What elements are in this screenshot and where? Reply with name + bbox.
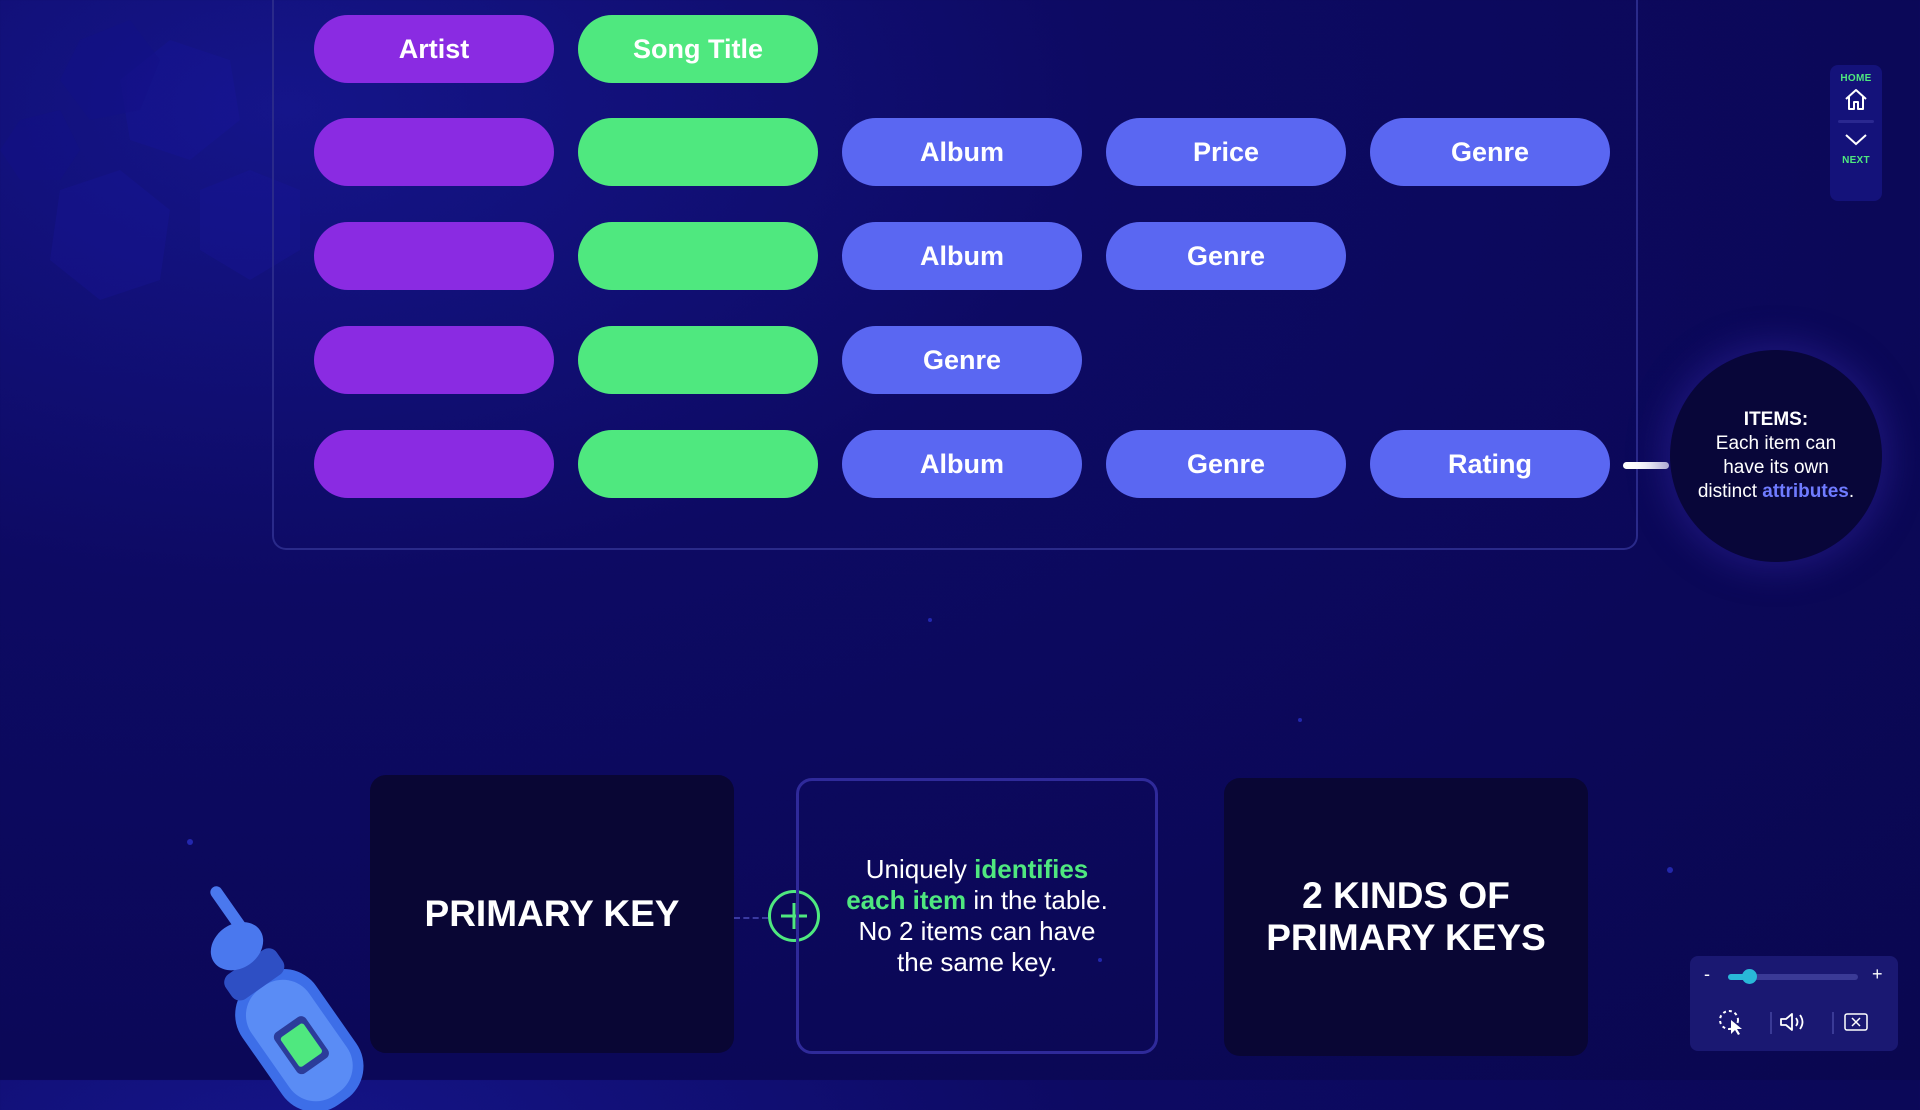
attribute-pill-price: Price [1106, 118, 1346, 186]
primary-key-description-card: Uniquely identifies each item in the tab… [796, 778, 1158, 1054]
table-row: Album Genre [314, 222, 1346, 292]
artist-key-pill [314, 430, 554, 498]
each-item-highlight: each item [846, 885, 967, 915]
next-label[interactable]: NEXT [1842, 155, 1870, 166]
primary-key-card[interactable]: PRIMARY KEY [370, 775, 734, 1053]
song-title-key-pill [578, 222, 818, 290]
items-info-bubble: ITEMS: Each item can have its own distin… [1670, 350, 1882, 562]
song-title-key-pill [578, 430, 818, 498]
description-text: in the table. [966, 885, 1108, 915]
table-header-row: Artist Song Title [314, 15, 818, 85]
bubble-connector-line [1623, 462, 1669, 469]
description-line: Uniquely identifies [846, 854, 1108, 885]
song-title-key-pill [578, 118, 818, 186]
items-info-line: distinct attributes. [1698, 480, 1854, 504]
chevron-down-icon[interactable] [1843, 131, 1869, 147]
description-line: No 2 items can have [858, 916, 1096, 946]
artist-key-pill [314, 326, 554, 394]
control-separator [1832, 1012, 1834, 1034]
attribute-pill-genre: Genre [1106, 430, 1346, 498]
primary-key-title: PRIMARY KEY [424, 893, 680, 934]
items-info-suffix: . [1848, 481, 1855, 502]
items-info-title: ITEMS: [1743, 409, 1809, 430]
attribute-pill-genre: Genre [1106, 222, 1346, 290]
zoom-slider[interactable] [1728, 969, 1858, 984]
nav-divider [1838, 120, 1874, 123]
two-kinds-title: 2 KINDS OF PRIMARY KEYS [1266, 875, 1546, 959]
home-icon[interactable] [1843, 86, 1869, 112]
song-title-key-pill [578, 326, 818, 394]
playback-controls: - + [1690, 956, 1898, 1051]
zoom-out-button[interactable]: - [1704, 964, 1710, 985]
description-line: each item in the table. [846, 885, 1108, 916]
artist-key-pill [314, 118, 554, 186]
items-info-text: distinct [1697, 481, 1763, 502]
attributes-highlight: attributes [1762, 481, 1849, 502]
table-row: Album Genre Rating [314, 430, 1610, 500]
two-kinds-line: 2 KINDS OF [1302, 875, 1510, 916]
description-text: Uniquely [865, 854, 975, 884]
primary-key-description: Uniquely identifies each item in the tab… [846, 854, 1108, 978]
primary-keys-line: PRIMARY KEYS [1266, 917, 1546, 958]
song-title-header-pill[interactable]: Song Title [578, 15, 818, 83]
robot-hand-illustration [210, 886, 364, 1110]
home-label: HOME [1840, 73, 1872, 84]
table-row: Album Price Genre [314, 118, 1610, 188]
attribute-pill-album: Album [842, 222, 1082, 290]
control-separator [1770, 1012, 1772, 1034]
identifies-highlight: identifies [974, 854, 1089, 884]
zoom-in-button[interactable]: + [1872, 964, 1883, 985]
attribute-pill-rating: Rating [1370, 430, 1610, 498]
attribute-pill-genre: Genre [1370, 118, 1610, 186]
items-info-line: Each item can [1715, 433, 1837, 454]
items-info-line: have its own [1723, 457, 1829, 478]
zoom-slider-knob[interactable] [1742, 969, 1757, 984]
dashed-connector [734, 917, 768, 921]
description-line: the same key. [897, 947, 1057, 977]
artist-header-pill[interactable]: Artist [314, 15, 554, 83]
nav-widget: HOME NEXT [1830, 65, 1882, 201]
artist-key-pill [314, 222, 554, 290]
close-icon[interactable] [1838, 1006, 1874, 1038]
attribute-pill-album: Album [842, 118, 1082, 186]
volume-icon[interactable] [1776, 1006, 1812, 1038]
two-kinds-primary-keys-card[interactable]: 2 KINDS OF PRIMARY KEYS [1224, 778, 1588, 1056]
table-row: Genre [314, 326, 1082, 396]
attribute-pill-genre: Genre [842, 326, 1082, 394]
cursor-highlight-icon[interactable] [1714, 1006, 1750, 1038]
attribute-pill-album: Album [842, 430, 1082, 498]
